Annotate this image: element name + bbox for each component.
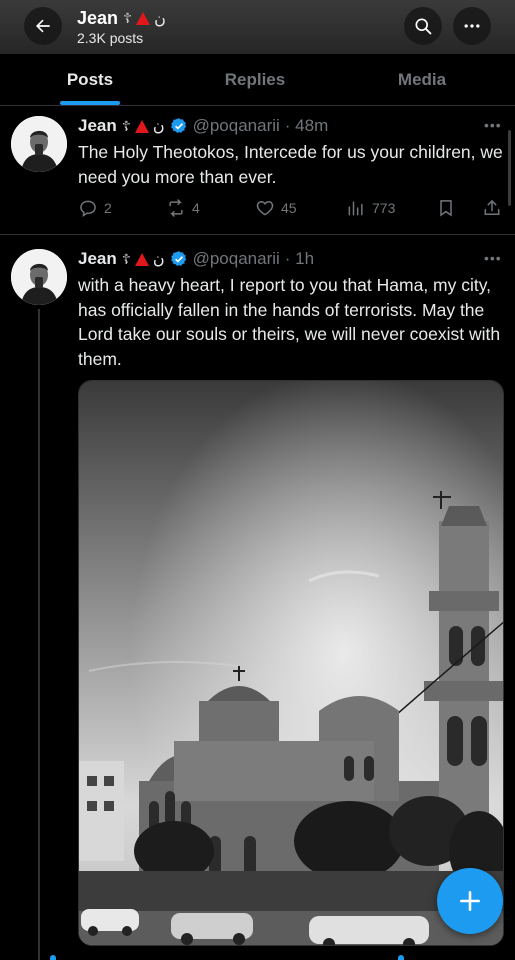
header-title: Jean ☦ ن <box>77 8 166 29</box>
author-name[interactable]: Jean <box>78 249 117 269</box>
bottom-nav-indicator <box>398 955 404 960</box>
author-name[interactable]: Jean <box>78 116 117 136</box>
like-button[interactable]: 45 <box>255 198 297 218</box>
share-button[interactable] <box>482 198 502 218</box>
views-button[interactable]: 773 <box>346 198 395 218</box>
bookmark-icon <box>440 200 452 217</box>
orthodox-cross-icon: ☦ <box>123 10 133 26</box>
avatar[interactable] <box>11 249 67 305</box>
view-count: 773 <box>372 200 396 216</box>
church-photo <box>79 381 503 945</box>
post-time: · 1h <box>284 249 315 268</box>
author-emojis: ☦ ن <box>122 116 165 136</box>
back-button[interactable] <box>24 7 62 45</box>
bookmark-button[interactable] <box>436 198 456 218</box>
header-name: Jean <box>77 8 119 28</box>
back-arrow-icon <box>36 19 50 33</box>
post-item[interactable]: Jean ☦ ن @poqanarii · 1h ••• with a heav… <box>0 236 515 960</box>
search-button[interactable] <box>404 7 442 45</box>
author-handle[interactable]: @poqanarii <box>193 116 280 136</box>
post-author-row: Jean ☦ ن @poqanarii · 1h <box>78 249 314 269</box>
post-menu-button[interactable]: ••• <box>484 117 502 133</box>
heart-icon <box>256 200 274 216</box>
bottom-nav-indicator <box>50 955 56 960</box>
share-icon <box>484 199 500 215</box>
scroll-indicator <box>508 130 511 206</box>
active-tab-indicator <box>60 101 120 105</box>
like-count: 45 <box>281 200 297 216</box>
verified-badge-icon <box>170 118 186 133</box>
repost-icon <box>169 199 183 217</box>
nun-letter-icon: ن <box>154 10 166 28</box>
nun-letter-icon: ن <box>152 251 165 268</box>
orthodox-cross-icon: ☦ <box>121 250 131 267</box>
reply-button[interactable]: 2 <box>78 198 112 218</box>
tab-posts[interactable]: Posts <box>40 54 140 106</box>
post-time: · 48m <box>284 116 329 135</box>
nun-letter-icon: ن <box>152 118 165 135</box>
plus-icon <box>460 891 480 911</box>
views-icon <box>348 201 363 216</box>
verified-badge-icon <box>170 251 186 266</box>
avatar-image <box>11 116 67 172</box>
red-triangle-icon <box>134 119 149 133</box>
post-text: with a heavy heart, I report to you that… <box>78 275 501 369</box>
profile-header: Jean ☦ ن 2.3K posts <box>0 0 515 54</box>
more-options-button[interactable] <box>453 7 491 45</box>
avatar-image <box>11 249 67 305</box>
profile-tabs: Posts Replies Media <box>0 54 515 106</box>
post-actions: 2 4 45 773 <box>78 198 508 222</box>
repost-button[interactable]: 4 <box>166 198 200 218</box>
post-text: The Holy Theotokos, Intercede for us you… <box>78 142 503 187</box>
avatar[interactable] <box>11 116 67 172</box>
thread-line <box>38 309 40 960</box>
compose-button[interactable] <box>437 868 503 934</box>
orthodox-cross-icon: ☦ <box>121 117 131 134</box>
post-item[interactable]: Jean ☦ ن @poqanarii · 48m ••• The Holy T… <box>0 107 515 235</box>
posts-count: 2.3K posts <box>77 30 144 46</box>
post-menu-button[interactable]: ••• <box>484 250 502 266</box>
header-emojis: ☦ ن <box>123 9 166 29</box>
author-emojis: ☦ ن <box>122 249 165 269</box>
tab-media[interactable]: Media <box>372 54 472 106</box>
author-handle[interactable]: @poqanarii <box>193 249 280 269</box>
search-icon <box>415 18 432 35</box>
repost-count: 4 <box>192 200 200 216</box>
tab-replies[interactable]: Replies <box>205 54 305 106</box>
reply-count: 2 <box>104 200 112 216</box>
red-triangle-icon <box>134 252 149 266</box>
red-triangle-icon <box>136 12 151 25</box>
post-image[interactable] <box>78 380 504 946</box>
reply-icon <box>80 200 96 218</box>
more-icon <box>464 24 480 28</box>
post-author-row: Jean ☦ ن @poqanarii · 48m <box>78 116 328 136</box>
